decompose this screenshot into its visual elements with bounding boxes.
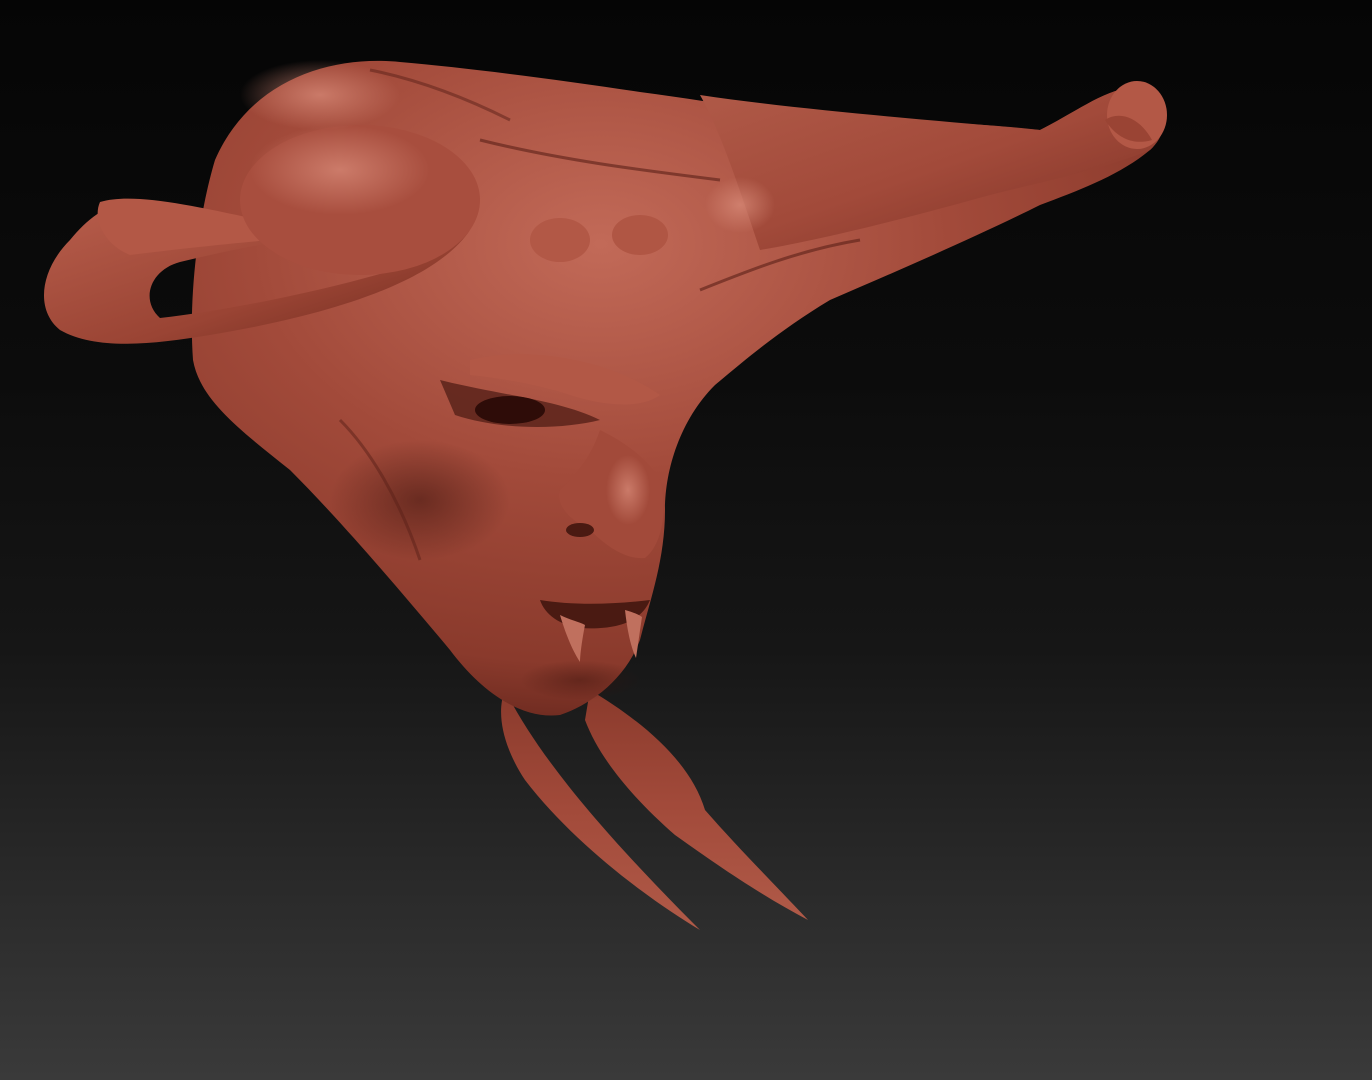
forehead-bump-2 — [612, 215, 668, 255]
chin-shadow — [520, 660, 640, 700]
nose-highlight — [606, 455, 650, 525]
nostril — [566, 523, 594, 537]
sculpt-viewport[interactable] — [0, 0, 1372, 1080]
eye-socket — [475, 396, 545, 424]
cheek-shadow — [330, 440, 510, 560]
brow-lobe-left-highlight — [250, 125, 430, 215]
forehead-bump-1 — [530, 218, 590, 262]
sculpt-canvas — [0, 0, 1372, 1080]
forehead-bump-3 — [705, 177, 775, 233]
